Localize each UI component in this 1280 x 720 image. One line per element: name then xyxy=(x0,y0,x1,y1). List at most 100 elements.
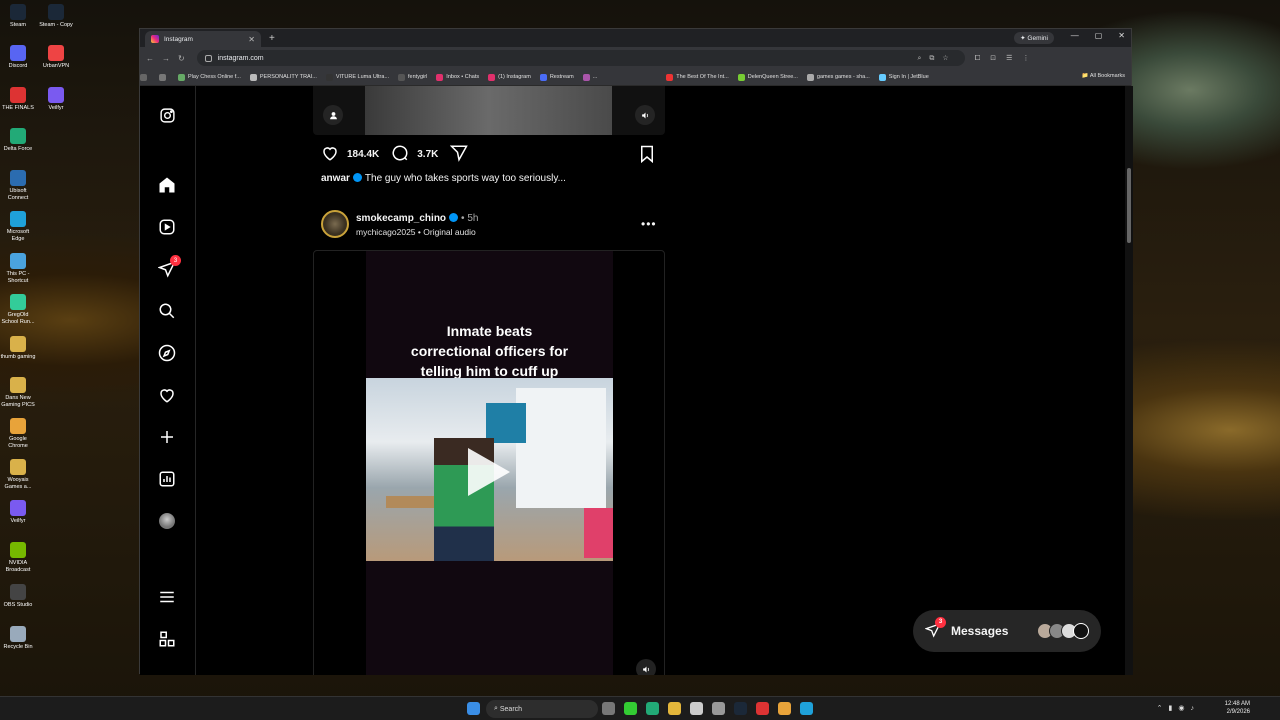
desktop-icon[interactable]: Veilfyr xyxy=(38,87,74,112)
desktop-icon[interactable]: Google Chrome xyxy=(0,418,36,450)
like-icon[interactable] xyxy=(321,144,339,165)
desktop-icon[interactable]: OBS Studio xyxy=(0,584,36,609)
address-input[interactable]: instagram.com ⌕⧉☆ xyxy=(196,50,965,66)
bookmark-item[interactable]: PERSONALITY TRAI... xyxy=(249,73,317,81)
bookmark-item[interactable]: Inbox • Chats xyxy=(436,73,479,81)
search-icon[interactable] xyxy=(158,302,176,320)
edge-icon[interactable] xyxy=(800,702,813,715)
home-icon[interactable] xyxy=(158,176,176,194)
desktop-icon[interactable]: Steam xyxy=(0,4,36,29)
notification-badge: 3 xyxy=(170,255,181,266)
page-scrollbar[interactable] xyxy=(1125,86,1133,675)
tab-instagram[interactable]: Instagram ✕ xyxy=(145,31,261,47)
post-author[interactable]: smokecamp_chino xyxy=(356,213,446,224)
gemini-button[interactable]: ✦ Gemini xyxy=(1014,32,1054,44)
instagram-logo-icon[interactable] xyxy=(158,106,176,124)
clock[interactable]: 12:48 AM 2/9/2026 xyxy=(1225,700,1250,716)
desktop-icon[interactable]: THE FINALS xyxy=(0,87,36,112)
bookmark-item[interactable]: fentygirl xyxy=(398,73,427,81)
reload-icon[interactable]: ↻ xyxy=(178,54,185,63)
site-info-icon[interactable] xyxy=(204,54,212,62)
close-tab-icon[interactable]: ✕ xyxy=(248,35,255,44)
bookmark-item[interactable]: Sign In | JetBlue xyxy=(878,73,929,81)
desktop-icon[interactable]: Veilfyr xyxy=(0,500,36,525)
audio-label[interactable]: Original audio xyxy=(423,227,475,237)
post-video[interactable]: Inmate beats correctional officers for t… xyxy=(313,250,665,675)
also-from-meta-icon[interactable] xyxy=(158,630,176,648)
desktop-icon[interactable]: Discord xyxy=(0,45,36,70)
settings-icon[interactable] xyxy=(712,702,725,715)
explore-icon[interactable] xyxy=(158,344,176,362)
xbox-icon[interactable] xyxy=(646,702,659,715)
messages-button[interactable]: 3 Messages xyxy=(913,610,1101,652)
play-icon[interactable] xyxy=(468,448,510,496)
bookmark-item[interactable]: VITURE Luma Ultra... xyxy=(325,73,389,81)
desktop-icon[interactable]: This PC - Shortcut xyxy=(0,253,36,285)
back-icon[interactable]: ← xyxy=(146,54,154,63)
desktop-icon[interactable]: UrbanVPN xyxy=(38,45,74,70)
forward-icon[interactable]: → xyxy=(162,54,170,63)
task-view-icon[interactable] xyxy=(602,702,615,715)
bookmark-item[interactable]: Play Chess Online f... xyxy=(178,73,241,81)
caption-author[interactable]: anwar xyxy=(321,173,350,184)
desktop-icon[interactable]: Dans New Gaming PICS xyxy=(0,377,36,409)
video-title-line: correctional officers for xyxy=(410,343,569,359)
comment-count[interactable]: 3.7K xyxy=(417,149,438,160)
comment-icon[interactable] xyxy=(391,144,409,165)
new-tab-button[interactable]: + xyxy=(269,33,275,44)
tagged-user-icon[interactable] xyxy=(323,105,343,125)
store-icon[interactable] xyxy=(690,702,703,715)
start-icon[interactable] xyxy=(467,702,480,715)
desktop-icon-label: NVIDIA Broadcast xyxy=(5,560,31,573)
file-explorer-icon[interactable] xyxy=(668,702,681,715)
audio-source[interactable]: mychicago2025 xyxy=(356,227,416,237)
desktop-icon[interactable]: Ubisoft Connect xyxy=(0,170,36,202)
audio-icon[interactable] xyxy=(635,105,655,125)
steam-icon[interactable] xyxy=(734,702,747,715)
desktop-icon[interactable]: Wooyais Games a... xyxy=(0,459,36,491)
previous-post-video[interactable] xyxy=(313,86,665,135)
app-icon[interactable] xyxy=(756,702,769,715)
desktop-icon[interactable]: GregOld School Run... xyxy=(0,294,36,326)
bookmark-item[interactable]: Restream xyxy=(539,73,574,81)
menu-icon[interactable] xyxy=(158,588,176,606)
taskbar-search[interactable]: ⌕ Search xyxy=(486,700,598,718)
post-author-line: smokecamp_chino • 5h xyxy=(356,213,479,224)
app-icon xyxy=(10,626,26,642)
bookmark-item[interactable]: The Best Of The Int... xyxy=(666,73,729,81)
system-tray-icons[interactable]: ⌃▮◉♪ xyxy=(1157,704,1200,712)
close-window-icon[interactable]: ✕ xyxy=(1118,31,1125,40)
save-icon[interactable] xyxy=(639,145,655,168)
bookmark-item[interactable]: (1) Instagram xyxy=(488,73,531,81)
profile-avatar[interactable] xyxy=(158,512,176,530)
desktop-icon[interactable]: Delta Force xyxy=(0,128,36,153)
direct-messages-icon[interactable]: 3 xyxy=(158,255,181,278)
create-icon[interactable] xyxy=(158,428,176,446)
desktop-icon[interactable]: Microsoft Edge xyxy=(0,211,36,243)
maximize-icon[interactable]: ▢ xyxy=(1095,31,1103,40)
all-bookmarks[interactable]: 📁 All Bookmarks xyxy=(1082,73,1125,79)
toolbar-extensions[interactable]: ⧠⊡☰⋮ xyxy=(975,54,1040,63)
desktop-icon[interactable]: Recycle Bin xyxy=(0,626,36,651)
reels-icon[interactable] xyxy=(158,218,176,236)
minimize-icon[interactable]: — xyxy=(1071,31,1079,40)
share-icon[interactable] xyxy=(450,144,469,165)
chrome-icon[interactable] xyxy=(778,702,791,715)
bookmark-favicon-icon xyxy=(582,73,590,81)
audio-icon[interactable] xyxy=(636,659,656,675)
dashboard-icon[interactable] xyxy=(158,470,176,488)
desktop-icon[interactable]: thumb gaming xyxy=(0,336,36,361)
omnibox-actions[interactable]: ⌕⧉☆ xyxy=(918,54,957,63)
author-avatar[interactable] xyxy=(321,210,349,238)
desktop-icon[interactable]: Steam - Copy xyxy=(38,4,74,29)
like-count[interactable]: 184.4K xyxy=(347,149,379,160)
bookmark-item[interactable]: ... xyxy=(582,73,597,81)
bookmark-item[interactable]: DelenQueen Stree... xyxy=(737,73,798,81)
desktop-icon[interactable]: NVIDIA Broadcast xyxy=(0,542,36,574)
apps-icon[interactable] xyxy=(140,73,150,81)
notifications-heart-icon[interactable] xyxy=(158,386,176,404)
play-app-icon[interactable] xyxy=(624,702,637,715)
bookmarks-folder-icon[interactable] xyxy=(159,73,169,81)
more-options-icon[interactable]: ••• xyxy=(641,217,657,231)
bookmark-item[interactable]: games games - sha... xyxy=(806,73,870,81)
